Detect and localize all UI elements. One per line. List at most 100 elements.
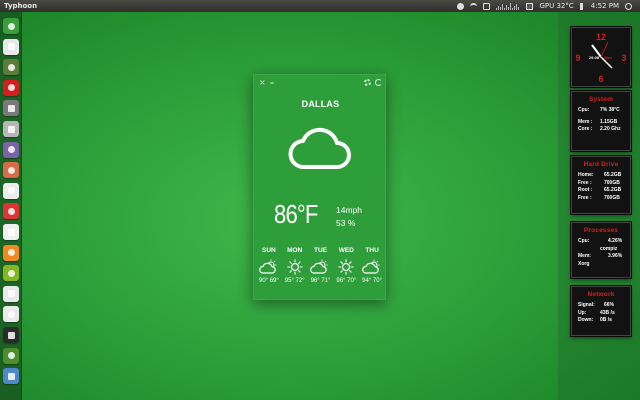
launcher-trash-icon[interactable] [3, 368, 19, 385]
volume-icon[interactable] [579, 2, 585, 10]
forecast-day: THU 94° 70° [359, 247, 385, 284]
gpu-icon [526, 2, 534, 10]
cpu-value: 7% 38°C [600, 107, 620, 113]
process-cpu-name-row: compiz [572, 246, 630, 254]
launcher-power-icon[interactable] [3, 347, 19, 364]
mem-label: Mem : [578, 118, 593, 125]
up-value: 43B /s [600, 309, 615, 316]
core-label: Core : [578, 126, 593, 132]
city-name: DALLAS [301, 99, 340, 109]
launcher-usb-icon[interactable] [3, 182, 19, 199]
forecast-temps: 90° 69° [258, 278, 279, 284]
current-temperature: 86°F [274, 199, 318, 229]
forecast-day: TUE 96° 71° [308, 247, 334, 284]
launcher-document-icon[interactable] [3, 224, 19, 240]
close-button[interactable]: × [259, 78, 266, 87]
launcher-text-editor-icon[interactable] [3, 285, 19, 302]
top-panel: Typhoon GPU 32°C 4:52 PM [0, 0, 640, 12]
clock-numeral-9: 9 [575, 53, 580, 63]
process-mem-name-row: Xorg [572, 261, 630, 269]
weather-widget: × – DALLAS 86°F 14mph 53 % SUN 90° 69° MON… [253, 74, 386, 300]
network-down-row: Down: 0B /s [572, 317, 630, 325]
launcher-system-monitor-icon[interactable] [3, 100, 19, 117]
hard-drive-value: 700GB [604, 194, 620, 201]
hard-drive-value: 65.2GB [604, 172, 622, 178]
hard-drive-label: Free : [578, 194, 592, 201]
cpu-label: Cpu: [578, 107, 590, 113]
forecast-day-name: MON [287, 247, 303, 254]
mem-value: 1.15GB [600, 118, 618, 125]
process-cpu-value: 4.26% [608, 238, 623, 244]
core-value: 2.20 Ghz [600, 126, 621, 132]
sun-icon [338, 259, 355, 275]
network-title: Network [587, 291, 615, 298]
hard-drive-label: Root : [578, 187, 593, 193]
processes-title: Processes [583, 227, 619, 234]
indicator-area: GPU 32°C 4:52 PM [457, 0, 640, 12]
mail-icon[interactable] [483, 2, 491, 10]
launcher-database-icon[interactable] [3, 141, 19, 158]
settings-gear-icon[interactable] [364, 79, 371, 86]
forecast-day-name: SUN [262, 247, 276, 254]
process-mem-row: Mem: 3.96% [572, 253, 630, 261]
hard-drive-label: Free : [578, 179, 592, 186]
launcher-media-player-icon[interactable] [3, 244, 19, 261]
clock-date: 29-08 [589, 55, 600, 60]
minimize-button[interactable]: – [270, 78, 274, 87]
launcher-software-center-icon[interactable] [3, 162, 19, 179]
power-icon[interactable] [625, 2, 632, 10]
launcher-onion-browser-icon[interactable] [3, 59, 19, 76]
signal-label: Signal: [578, 302, 595, 308]
forecast-temps: 94° 70° [362, 278, 382, 284]
processes-box: Processes Cpu: 4.26% compiz Mem: 3.96% X… [571, 222, 631, 278]
forecast-temps: 96° 70° [336, 278, 357, 284]
launcher-hard-drive-icon[interactable] [3, 121, 19, 137]
down-value: 0B /s [600, 317, 612, 323]
process-mem-name: Xorg [578, 260, 590, 267]
hard-drive-box: Hard Drive Home: 65.2GB Free : 700GB Root : 6… [571, 156, 631, 214]
hard-drive-value: 65.2GB [604, 187, 622, 193]
clock-day: Sun [604, 55, 612, 60]
clock-face-icon: 12 3 6 9 29-08 Sun [575, 32, 626, 84]
refresh-icon[interactable] [375, 79, 382, 86]
sun-icon [286, 259, 303, 275]
network-up-row: Up: 43B /s [572, 310, 630, 318]
launcher-dock-settings-icon[interactable] [3, 306, 19, 323]
forecast-day-name: TUE [313, 247, 327, 254]
network-box: Network Signal: 66% Up: 43B /s Down: 0B … [571, 286, 631, 336]
network-graph-icon[interactable] [496, 2, 520, 10]
clock-time[interactable]: 4:52 PM [591, 0, 619, 12]
partly-cloudy-icon [310, 259, 328, 274]
steam-icon[interactable] [457, 2, 465, 10]
launcher-spotify-icon[interactable] [3, 265, 19, 282]
down-label: Down: [578, 317, 594, 323]
system-title: System [588, 96, 614, 103]
analog-clock: 12 3 6 9 29-08 Sun [571, 27, 631, 87]
hard-drive-value: 700GB [604, 179, 620, 186]
humidity: 53 % [336, 218, 356, 228]
system-cpu-row: Cpu: 7% 38°C [572, 107, 630, 115]
window-title: Typhoon [4, 2, 38, 10]
wifi-icon[interactable] [470, 2, 478, 10]
launcher-files-icon[interactable] [3, 38, 19, 55]
gpu-temperature[interactable]: GPU 32°C [539, 0, 573, 12]
clock-numeral-6: 6 [598, 74, 603, 84]
clock-numeral-3: 3 [621, 53, 626, 63]
cloud-icon [288, 127, 351, 170]
launcher-opera-browser-icon[interactable] [3, 79, 19, 96]
hard-drive-row: Free : 700GB [572, 195, 630, 203]
launcher [0, 12, 22, 400]
launcher-home-folder-icon[interactable] [3, 18, 19, 34]
process-cpu-row: Cpu: 4.26% [572, 238, 630, 246]
forecast-day-name: THU [365, 247, 379, 254]
signal-value: 66% [604, 302, 615, 308]
wind-speed: 14mph [336, 205, 362, 215]
launcher-record-icon[interactable] [3, 203, 19, 220]
partly-cloudy-icon [259, 259, 277, 274]
process-mem-label: Mem: [578, 253, 592, 259]
forecast-temps: 96° 71° [310, 278, 331, 284]
hard-drive-title: Hard Drive [583, 161, 619, 168]
launcher-terminal-icon[interactable] [3, 327, 19, 343]
forecast-temps: 95° 72° [284, 278, 305, 284]
clock-numeral-12: 12 [596, 32, 606, 42]
